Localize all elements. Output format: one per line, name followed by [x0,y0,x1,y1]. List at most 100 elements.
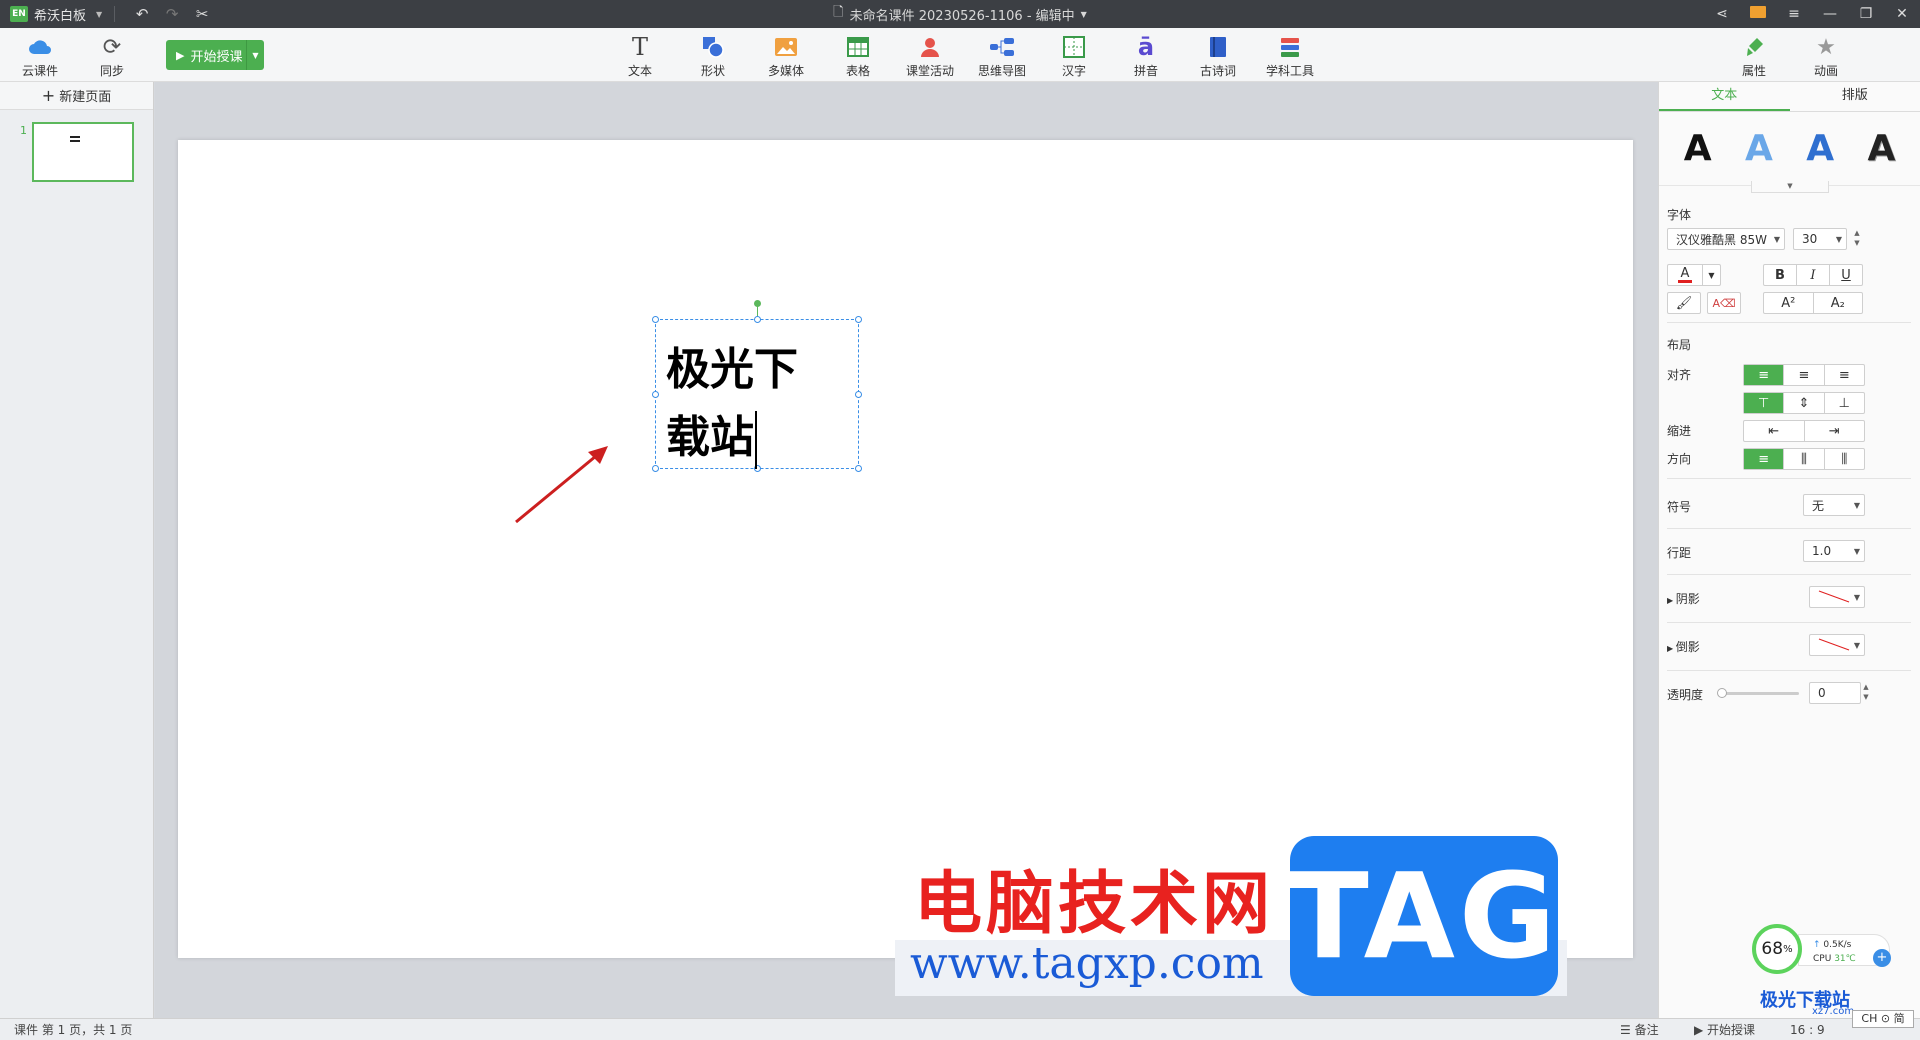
opacity-slider-handle[interactable] [1717,688,1727,698]
sync-button[interactable]: ⟳ 同步 [80,34,144,79]
font-color-swatch [1678,279,1692,283]
align-center-icon[interactable]: ≡ [1784,365,1825,385]
shadow-color-select[interactable]: ▼ [1809,586,1865,608]
textbox-content[interactable]: 极光下 载站 [666,336,856,472]
page-thumbnail[interactable] [32,122,134,182]
increase-indent-icon[interactable]: ⇥ [1805,421,1865,441]
reflection-toggle[interactable]: ▶ 倒影 [1667,638,1700,655]
align-right-icon[interactable]: ≡ [1825,365,1864,385]
resize-handle-n[interactable] [754,316,761,323]
minimize-icon[interactable]: — [1812,6,1848,22]
font-color-chevron-down-icon[interactable]: ▼ [1703,265,1720,285]
subscript-button[interactable]: A₂ [1814,293,1863,313]
resize-handle-nw[interactable] [652,316,659,323]
status-bar: 课件 第 1 页，共 1 页 ☰ 备注 ▶ 开始授课 16 : 9 [0,1018,1920,1040]
italic-button[interactable]: I [1797,265,1830,285]
share-icon[interactable]: ⋖ [1704,6,1740,22]
cloud-courseware-button[interactable]: 云课件 [8,34,72,79]
cloud-icon [29,40,51,54]
format-painter-button[interactable]: 🖌 [1667,292,1701,314]
bold-button[interactable]: B [1764,265,1797,285]
line-spacing-select[interactable]: 1.0 ▼ [1803,540,1865,562]
tool-pinyin[interactable]: ā 拼音 [1114,33,1178,79]
style-preset-shadow[interactable]: A [1867,128,1895,169]
tab-text[interactable]: 文本 [1659,82,1790,111]
opacity-slider-track[interactable] [1721,692,1799,695]
tool-subject-tools[interactable]: 学科工具 [1258,34,1322,79]
close-icon[interactable]: ✕ [1884,6,1920,22]
font-size-stepper[interactable]: ▲ ▼ [1851,228,1863,250]
opacity-input[interactable]: 0 [1809,682,1861,704]
restore-icon[interactable]: ❐ [1848,6,1884,22]
horizontal-text-icon[interactable]: ≡ [1744,449,1785,469]
tool-poetry[interactable]: 古诗词 [1186,34,1250,79]
notes-button[interactable]: ☰ 备注 [1620,1021,1659,1038]
expand-presets-chevron-down-icon[interactable]: ▼ [1751,181,1829,193]
resize-handle-w[interactable] [652,391,659,398]
title-chevron-down-icon[interactable]: ▼ [1081,10,1087,19]
new-page-button[interactable]: + 新建页面 [0,82,153,110]
tool-media[interactable]: 多媒体 [754,34,818,79]
redo-icon[interactable]: ↷ [157,5,187,23]
ime-indicator[interactable]: CH ⊙ 简 [1852,1010,1914,1028]
vertical-text-rtl-icon[interactable]: ⫼ [1784,449,1825,469]
resize-handle-se[interactable] [855,465,862,472]
reflection-color-select[interactable]: ▼ [1809,634,1865,656]
rotate-handle[interactable] [754,300,761,307]
textbox-line-2: 载站 [666,404,856,472]
animation-button[interactable]: ★ 动画 [1794,34,1858,79]
tool-hanzi[interactable]: 汉字 [1042,34,1106,79]
mail-icon[interactable] [1740,6,1776,22]
align-middle-icon[interactable]: ⇕ [1784,393,1825,413]
superscript-button[interactable]: A² [1764,293,1814,313]
tool-table[interactable]: 表格 [826,34,890,79]
align-top-icon[interactable]: ⊤ [1744,393,1785,413]
menu-icon[interactable]: ≡ [1776,6,1812,22]
properties-button[interactable]: 属性 [1722,34,1786,79]
start-class-button[interactable]: ▶ 开始授课 ▼ [166,40,264,70]
app-name[interactable]: 希沃白板 [34,5,86,24]
font-family-select[interactable]: 汉仪雅酷黑 85W ▼ [1667,228,1785,250]
system-monitor-widget[interactable]: ↑ 0.5K/s CPU 31℃ + 68% [1752,924,1896,974]
resize-handle-ne[interactable] [855,316,862,323]
decrease-indent-icon[interactable]: ⇤ [1744,421,1805,441]
resize-handle-e[interactable] [855,391,862,398]
resize-handle-sw[interactable] [652,465,659,472]
font-color-picker[interactable]: A ▼ [1667,264,1721,286]
undo-icon[interactable]: ↶ [127,5,157,23]
tool-text[interactable]: T 文本 [608,33,672,79]
aspect-ratio[interactable]: 16 : 9 [1790,1023,1825,1037]
style-preset-blue[interactable]: A [1806,128,1834,169]
document-title[interactable]: 🗋 未命名课件 20230526-1106 - 编辑中 ▼ [833,3,1087,25]
symbol-value: 无 [1812,498,1825,513]
plus-icon[interactable]: + [1873,949,1891,967]
font-color-letter: A [1680,265,1690,281]
opacity-label: 透明度 [1667,688,1704,702]
symbol-select[interactable]: 无 ▼ [1803,494,1865,516]
font-color-button[interactable]: A [1668,265,1703,285]
align-left-icon[interactable]: ≡ [1744,365,1785,385]
tool-mindmap[interactable]: 思维导图 [970,34,1034,79]
style-preset-light-blue[interactable]: A [1745,128,1773,169]
vertical-text-ltr-icon[interactable]: ⫼ [1825,449,1864,469]
style-preset-plain[interactable]: A [1684,128,1712,169]
align-bottom-icon[interactable]: ⊥ [1825,393,1864,413]
notes-label: 备注 [1634,1023,1659,1037]
tool-activity[interactable]: 课堂活动 [898,34,962,79]
underline-button[interactable]: U [1830,265,1862,285]
indent-group: ⇤ ⇥ [1743,420,1865,442]
clear-format-button[interactable]: A⌫ [1707,292,1741,314]
tab-layout[interactable]: 排版 [1790,82,1920,111]
app-menu-chevron-down-icon[interactable]: ▼ [96,10,102,19]
scissors-icon[interactable]: ✂ [187,5,217,23]
shadow-toggle[interactable]: ▶ 阴影 [1667,590,1700,607]
network-speed: 0.5K/s [1823,940,1852,950]
selected-textbox[interactable]: 极光下 载站 [652,300,862,472]
divider [1667,574,1911,575]
opacity-stepper[interactable]: ▲ ▼ [1861,682,1871,704]
status-start-class-button[interactable]: ▶ 开始授课 [1694,1021,1755,1038]
tool-media-label: 多媒体 [767,64,804,78]
tool-shape[interactable]: 形状 [681,34,745,79]
font-size-select[interactable]: 30 ▼ [1793,228,1847,250]
start-class-chevron-down-icon[interactable]: ▼ [246,40,264,70]
